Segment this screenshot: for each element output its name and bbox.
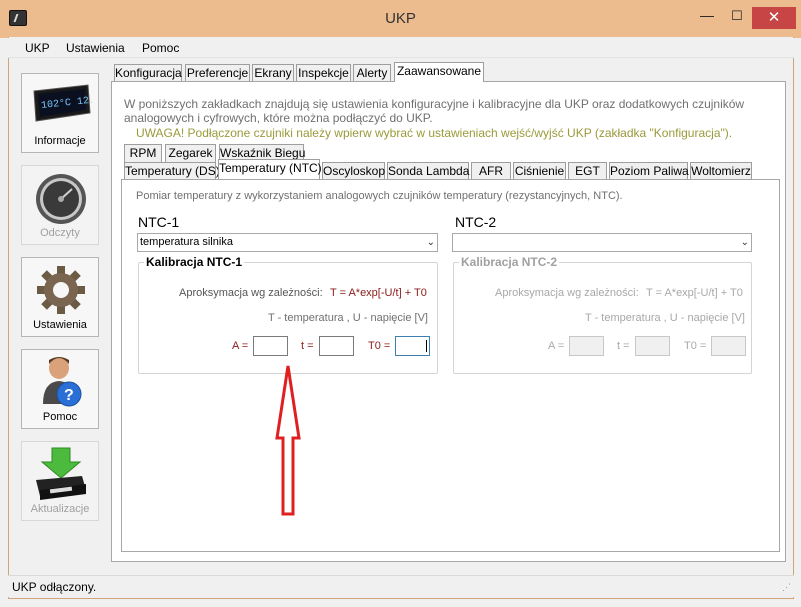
tab-zaawansowane[interactable]: Zaawansowane <box>394 62 484 82</box>
title-bar: UKP — ☐ ✕ <box>0 0 801 38</box>
tab-afr[interactable]: AFR <box>471 162 511 180</box>
sidebar-item-pomoc[interactable]: ? Pomoc <box>21 349 99 429</box>
tab-konfiguracja[interactable]: Konfiguracja <box>114 64 182 82</box>
sidebar-item-label: Ustawienia <box>33 319 87 331</box>
resize-grip-icon[interactable]: ⋰ <box>782 582 791 593</box>
sidebar-item-informacje[interactable]: 102°C 12.4V Informacje <box>21 73 99 153</box>
ntc2-approx-label: Aproksymacja wg zależności: <box>495 287 639 299</box>
advanced-warning: UWAGA! Podłączone czujniki należy wpierw… <box>136 126 733 140</box>
tab-zegarek[interactable]: Zegarek <box>165 144 216 162</box>
ntc2-select[interactable]: ⌄ <box>452 233 752 252</box>
status-bar: UKP odłączony. ⋰ <box>8 575 794 597</box>
ntc1-a-label: A = <box>232 340 249 352</box>
ntc2-calibration-title: Kalibracja NTC-2 <box>459 255 560 269</box>
sidebar-item-ustawienia[interactable]: Ustawienia <box>21 257 99 337</box>
tab-sonda-lambda[interactable]: Sonda Lambda <box>387 162 469 180</box>
ntc2-t-input[interactable] <box>635 336 670 356</box>
ntc1-calibration-title: Kalibracja NTC-1 <box>144 255 245 269</box>
ntc2-label: NTC-2 <box>455 214 497 230</box>
tab-cisnienie[interactable]: Ciśnienie <box>513 162 566 180</box>
ntc1-select[interactable]: temperatura silnika ⌄ <box>137 233 438 252</box>
minimize-button[interactable]: — <box>692 8 722 28</box>
ntc1-a-input[interactable] <box>253 336 288 356</box>
sidebar-item-aktualizacje[interactable]: Aktualizacje <box>21 441 99 521</box>
text-cursor <box>426 340 427 352</box>
ntc1-t-input[interactable] <box>319 336 354 356</box>
ntc1-label: NTC-1 <box>138 214 180 230</box>
download-icon <box>36 447 86 500</box>
ntc1-t0-label: T0 = <box>368 340 391 352</box>
ntc1-t-label: t = <box>301 340 314 352</box>
sidebar-item-label: Aktualizacje <box>30 503 90 515</box>
advanced-description: W poniższych zakładkach znajdują się ust… <box>124 97 745 125</box>
ntc1-legend: T - temperatura , U - napięcie [V] <box>268 312 428 324</box>
sidebar-item-label: Odczyty <box>40 227 80 239</box>
window-title: UKP <box>385 10 416 27</box>
ntc1-formula: T = A*exp[-U/t] + T0 <box>330 287 427 299</box>
sidebar-item-odczyty[interactable]: Odczyty <box>21 165 99 245</box>
ntc2-a-input[interactable] <box>569 336 604 356</box>
status-text: UKP odłączony. <box>12 580 97 594</box>
ntc1-t0-input[interactable] <box>395 336 430 356</box>
gear-icon <box>37 266 85 314</box>
tab-woltomierz[interactable]: Woltomierz <box>690 162 752 180</box>
svg-text:?: ? <box>64 387 74 404</box>
chevron-down-icon: ⌄ <box>740 237 749 248</box>
ntc-description: Pomiar temperatury z wykorzystaniem anal… <box>136 190 623 202</box>
tab-poziom-paliwa[interactable]: Poziom Paliwa <box>609 162 689 180</box>
sidebar-item-label: Informacje <box>34 135 86 147</box>
ntc2-a-label: A = <box>548 340 565 352</box>
gauge-icon <box>36 174 86 224</box>
ntc2-legend: T - temperatura , U - napięcie [V] <box>585 312 745 324</box>
tab-preferencje[interactable]: Preferencje <box>185 64 250 82</box>
help-person-icon: ? <box>43 357 82 407</box>
close-button[interactable]: ✕ <box>752 7 796 29</box>
ntc2-formula: T = A*exp[-U/t] + T0 <box>646 287 743 299</box>
menu-pomoc[interactable]: Pomoc <box>142 41 179 55</box>
maximize-button[interactable]: ☐ <box>722 8 752 28</box>
tab-rpm[interactable]: RPM <box>124 144 162 162</box>
tab-temperatury-ds[interactable]: Temperatury (DS) <box>124 162 220 180</box>
sidebar-item-label: Pomoc <box>42 411 78 423</box>
tab-egt[interactable]: EGT <box>568 162 607 180</box>
annotation-arrow <box>275 365 301 516</box>
display-icon: 102°C 12.4V <box>33 84 92 122</box>
ntc2-t0-input[interactable] <box>711 336 746 356</box>
tab-temperatury-ntc[interactable]: Temperatury (NTC) <box>218 159 322 179</box>
ntc2-t-label: t = <box>617 340 630 352</box>
ntc1-select-value: temperatura silnika <box>140 236 233 248</box>
tab-inspekcje[interactable]: Inspekcje <box>296 64 351 82</box>
menu-ukp[interactable]: UKP <box>25 41 50 55</box>
menu-ustawienia[interactable]: Ustawienia <box>66 41 125 55</box>
tab-oscyloskop[interactable]: Oscyloskop <box>322 162 385 180</box>
tab-ekrany[interactable]: Ekrany <box>252 64 294 82</box>
ntc1-approx-label: Aproksymacja wg zależności: <box>179 287 323 299</box>
menu-bar: UKP Ustawienia Pomoc <box>8 38 794 58</box>
tab-alerty[interactable]: Alerty <box>353 64 391 82</box>
ntc2-t0-label: T0 = <box>684 340 707 352</box>
chevron-down-icon: ⌄ <box>426 237 435 248</box>
